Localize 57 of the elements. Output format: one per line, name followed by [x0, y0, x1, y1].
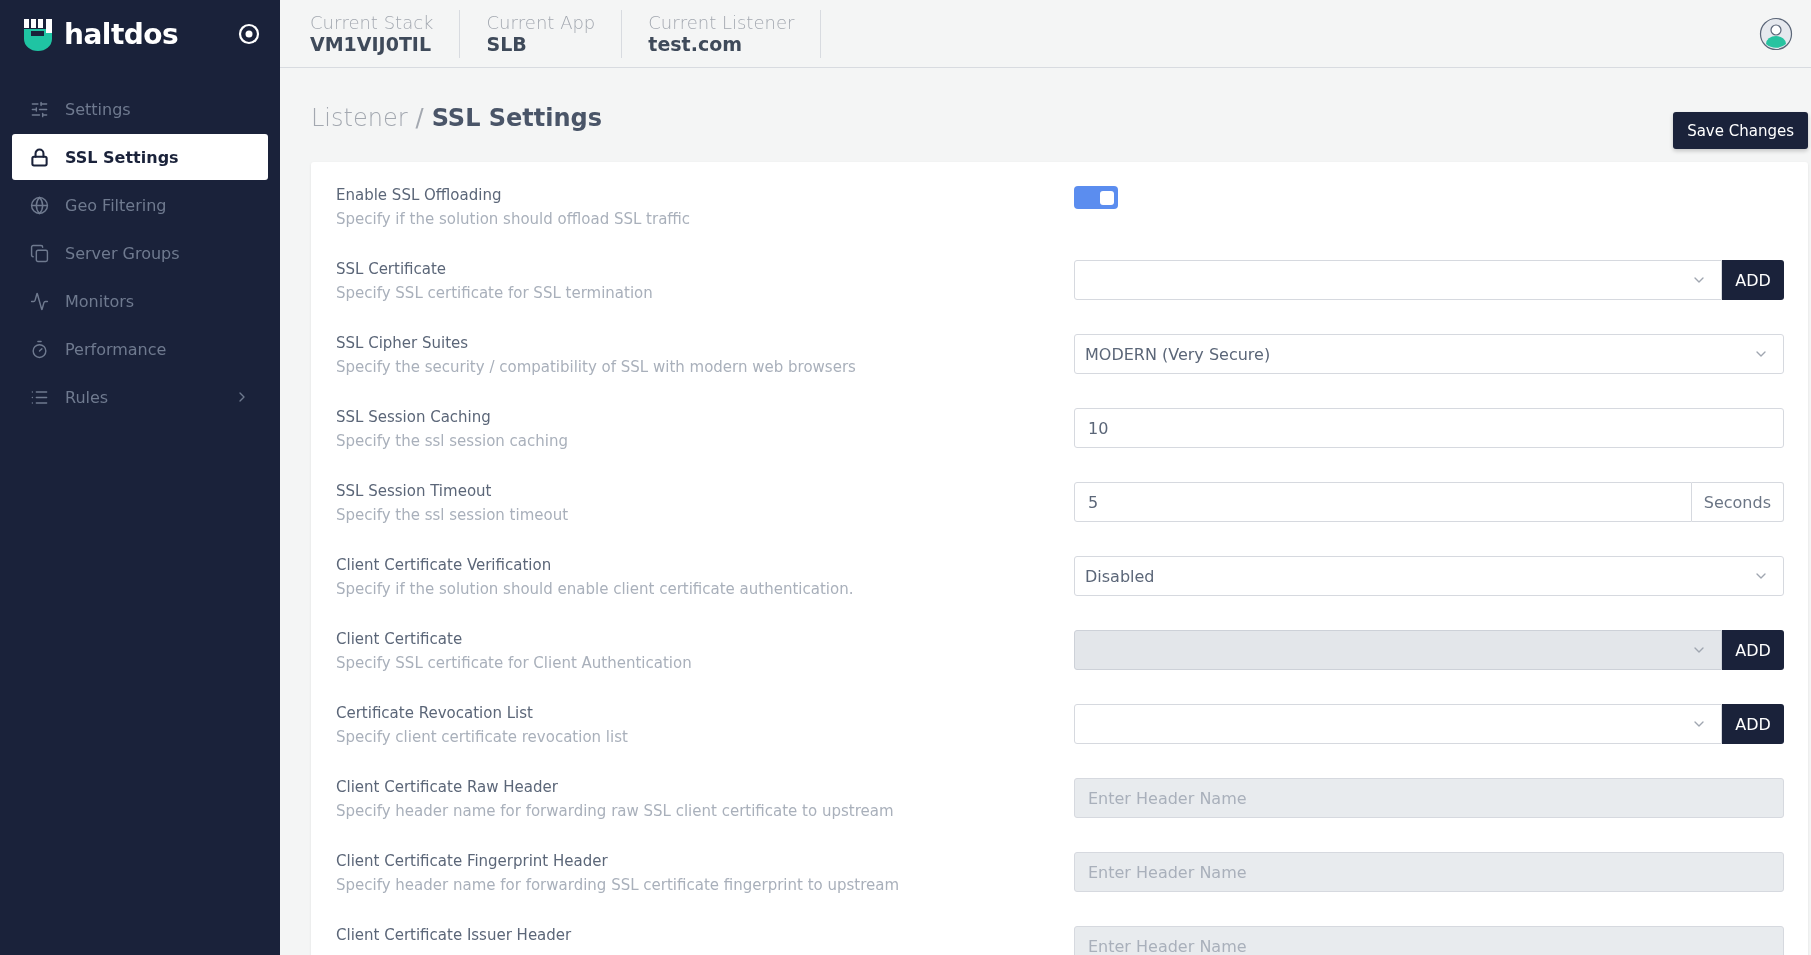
- sidebar-item[interactable]: Monitors: [12, 278, 268, 324]
- sidebar-item[interactable]: Settings: [12, 86, 268, 132]
- sliders-icon: [30, 99, 49, 119]
- setting-description: Specify client certificate revocation list: [336, 728, 629, 746]
- context-value: SLB: [486, 33, 528, 55]
- lock-icon: [30, 147, 49, 167]
- setting-label: Client Certificate Raw Header: [336, 778, 559, 796]
- setting-label: Client Certificate Fingerprint Header: [336, 852, 609, 870]
- pulse-icon: [30, 291, 49, 311]
- context-value: test.com: [648, 33, 743, 55]
- breadcrumb-separator: /: [415, 104, 424, 132]
- setting-description: Specify header name for forwarding SSL certificate fingerprint to upstream: [336, 876, 901, 894]
- sidebar-item[interactable]: SSL Settings: [12, 134, 268, 180]
- text-field[interactable]: 10: [1074, 408, 1784, 448]
- copy-icon: [30, 243, 49, 263]
- select-field[interactable]: Disabled: [1074, 556, 1784, 596]
- select-field[interactable]: [1074, 260, 1722, 300]
- user-avatar-icon[interactable]: [1759, 16, 1793, 51]
- page-title: SSL Settings: [431, 104, 603, 132]
- sidebar-item[interactable]: Server Groups: [12, 230, 268, 276]
- setting-label: SSL Session Caching: [336, 408, 492, 426]
- add-button[interactable]: ADD: [1722, 260, 1784, 300]
- globe-icon: [30, 195, 49, 215]
- setting-description: Specify SSL certificate for SSL termination: [336, 284, 654, 302]
- context-label: Current Listener: [648, 12, 795, 33]
- setting-description: Specify the security / compatibility of SSL with modern web browsers: [336, 358, 857, 376]
- setting-label: Client Certificate: [336, 630, 464, 648]
- setting-label: SSL Certificate: [336, 260, 448, 278]
- setting-label: SSL Session Timeout: [336, 482, 493, 500]
- context-label: Current App: [486, 12, 596, 33]
- brand-name: haltdos: [64, 17, 180, 51]
- text-field[interactable]: 5: [1074, 482, 1692, 522]
- setting-label: Client Certificate Issuer Header: [336, 926, 573, 944]
- select-field[interactable]: MODERN (Very Secure): [1074, 334, 1784, 374]
- setting-description: Specify the ssl session timeout: [336, 506, 570, 524]
- setting-label: Enable SSL Offloading: [336, 186, 503, 204]
- target-icon[interactable]: [238, 23, 260, 45]
- setting-label: Certificate Revocation List: [336, 704, 534, 722]
- sidebar-item[interactable]: Performance: [12, 326, 268, 372]
- sidebar-item[interactable]: Geo Filtering: [12, 182, 268, 228]
- unit-label: Seconds: [1691, 482, 1784, 522]
- add-button[interactable]: ADD: [1722, 704, 1784, 744]
- setting-label: SSL Cipher Suites: [336, 334, 470, 352]
- logo-icon: [22, 17, 54, 51]
- setting-description: Specify the ssl session caching: [336, 432, 569, 450]
- toggle-switch[interactable]: [1074, 186, 1118, 209]
- context-label: Current Stack: [310, 12, 434, 33]
- stopwatch-icon: [30, 339, 49, 359]
- setting-description: Specify if the solution should enable client certificate authentication.: [336, 580, 855, 598]
- context-value: VM1VIJ0TIL: [310, 33, 433, 55]
- save-button[interactable]: Save Changes: [1673, 112, 1808, 149]
- setting-description: Specify SSL certificate for Client Authentication: [336, 654, 693, 672]
- select-field[interactable]: [1074, 704, 1722, 744]
- setting-label: Client Certificate Verification: [336, 556, 553, 574]
- setting-description: Specify if the solution should offload SSL traffic: [336, 210, 692, 228]
- sidebar-item[interactable]: Rules: [12, 374, 268, 420]
- setting-description: Specify header name for forwarding raw SSL client certificate to upstream: [336, 802, 895, 820]
